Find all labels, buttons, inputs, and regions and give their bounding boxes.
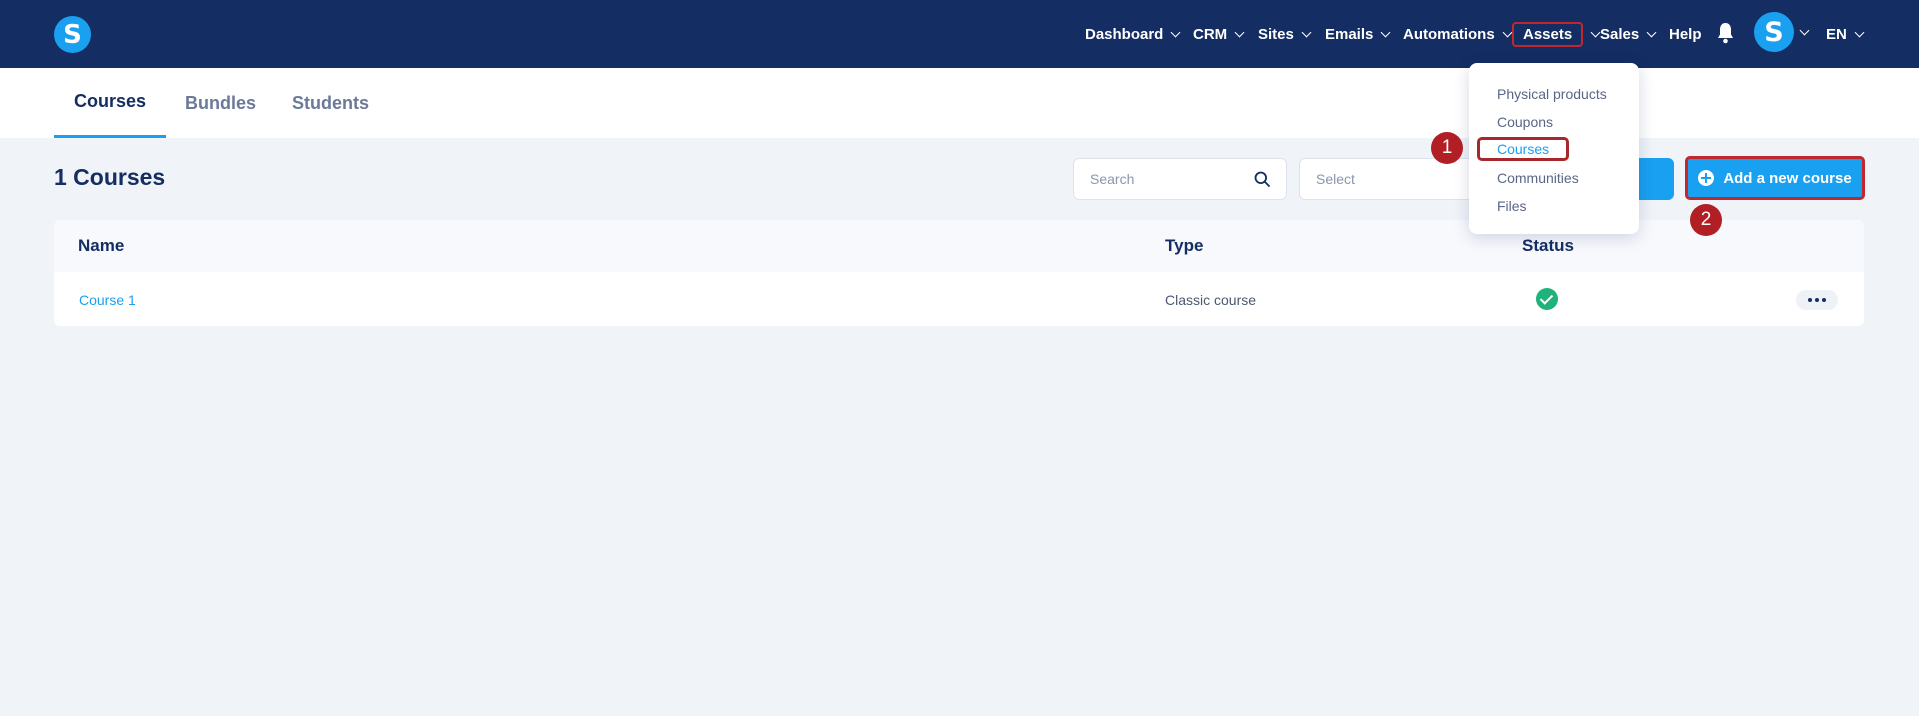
menu-item-communities[interactable]: Communities — [1497, 170, 1579, 186]
nav-label: Emails — [1325, 25, 1374, 43]
top-navigation: S Dashboard CRM Sites Emails Automations… — [0, 0, 1919, 68]
tab-students[interactable]: Students — [272, 68, 389, 138]
nav-item-help[interactable]: Help — [1669, 22, 1702, 46]
column-header-status: Status — [1522, 236, 1574, 255]
nav-label: CRM — [1193, 25, 1228, 43]
plus-circle-icon — [1698, 170, 1715, 186]
search-box — [1073, 158, 1287, 200]
add-course-button[interactable]: Add a new course — [1685, 156, 1865, 200]
nav-item-crm[interactable]: CRM — [1193, 22, 1245, 46]
courses-table: Name Type Status Course 1 Classic course — [54, 220, 1864, 326]
search-icon[interactable] — [1254, 171, 1270, 187]
column-header-type: Type — [1165, 236, 1204, 255]
nav-label: Automations — [1403, 25, 1495, 43]
menu-item-physical-products[interactable]: Physical products — [1497, 86, 1607, 102]
course-type: Classic course — [1165, 292, 1257, 308]
nav-label: Assets — [1512, 21, 1584, 47]
chevron-down-icon — [1502, 27, 1513, 37]
chevron-down-icon — [1170, 27, 1181, 37]
search-input[interactable] — [1090, 171, 1240, 187]
menu-item-coupons[interactable]: Coupons — [1497, 114, 1553, 130]
column-header-name: Name — [78, 236, 125, 255]
chevron-down-icon — [1799, 25, 1810, 36]
tab-courses[interactable]: Courses — [54, 68, 167, 138]
menu-item-courses[interactable]: Courses — [1477, 137, 1570, 161]
nav-item-automations[interactable]: Automations — [1403, 22, 1513, 46]
more-options-button[interactable] — [1796, 290, 1838, 310]
chevron-down-icon — [1234, 27, 1245, 37]
nav-label: Sites — [1258, 25, 1294, 43]
nav-item-sites[interactable]: Sites — [1258, 22, 1312, 46]
select-placeholder: Select — [1316, 171, 1355, 187]
user-avatar[interactable]: S — [1754, 12, 1794, 52]
step-marker-2: 2 — [1690, 204, 1722, 236]
tab-bundles[interactable]: Bundles — [165, 68, 276, 138]
nav-item-assets[interactable]: Assets — [1512, 21, 1601, 47]
check-circle-icon — [1536, 288, 1558, 310]
add-course-label: Add a new course — [1723, 169, 1852, 187]
chevron-down-icon — [1646, 27, 1657, 37]
language-label: EN — [1826, 25, 1847, 43]
nav-item-emails[interactable]: Emails — [1325, 22, 1391, 46]
dot-icon — [1822, 298, 1826, 302]
nav-label: Help — [1669, 25, 1702, 43]
course-name-link[interactable]: Course 1 — [79, 292, 136, 308]
nav-item-sales[interactable]: Sales — [1600, 22, 1657, 46]
chevron-down-icon — [1380, 27, 1391, 37]
language-selector[interactable]: EN — [1826, 22, 1865, 46]
nav-item-dashboard[interactable]: Dashboard — [1085, 22, 1181, 46]
bell-icon[interactable] — [1717, 22, 1734, 44]
chevron-down-icon — [1854, 27, 1865, 37]
step-marker-1: 1 — [1431, 132, 1463, 164]
nav-label: Dashboard — [1085, 25, 1164, 43]
menu-item-files[interactable]: Files — [1497, 198, 1527, 214]
filter-select[interactable]: Select — [1299, 158, 1479, 200]
assets-dropdown-menu: Physical products Coupons Courses Commun… — [1469, 63, 1639, 234]
dot-icon — [1815, 298, 1819, 302]
nav-label: Sales — [1600, 25, 1640, 43]
dot-icon — [1808, 298, 1812, 302]
chevron-down-icon — [1301, 27, 1312, 37]
page-title: 1 Courses — [54, 164, 166, 190]
main-nav: Dashboard CRM Sites Emails Automations A… — [0, 0, 1919, 68]
